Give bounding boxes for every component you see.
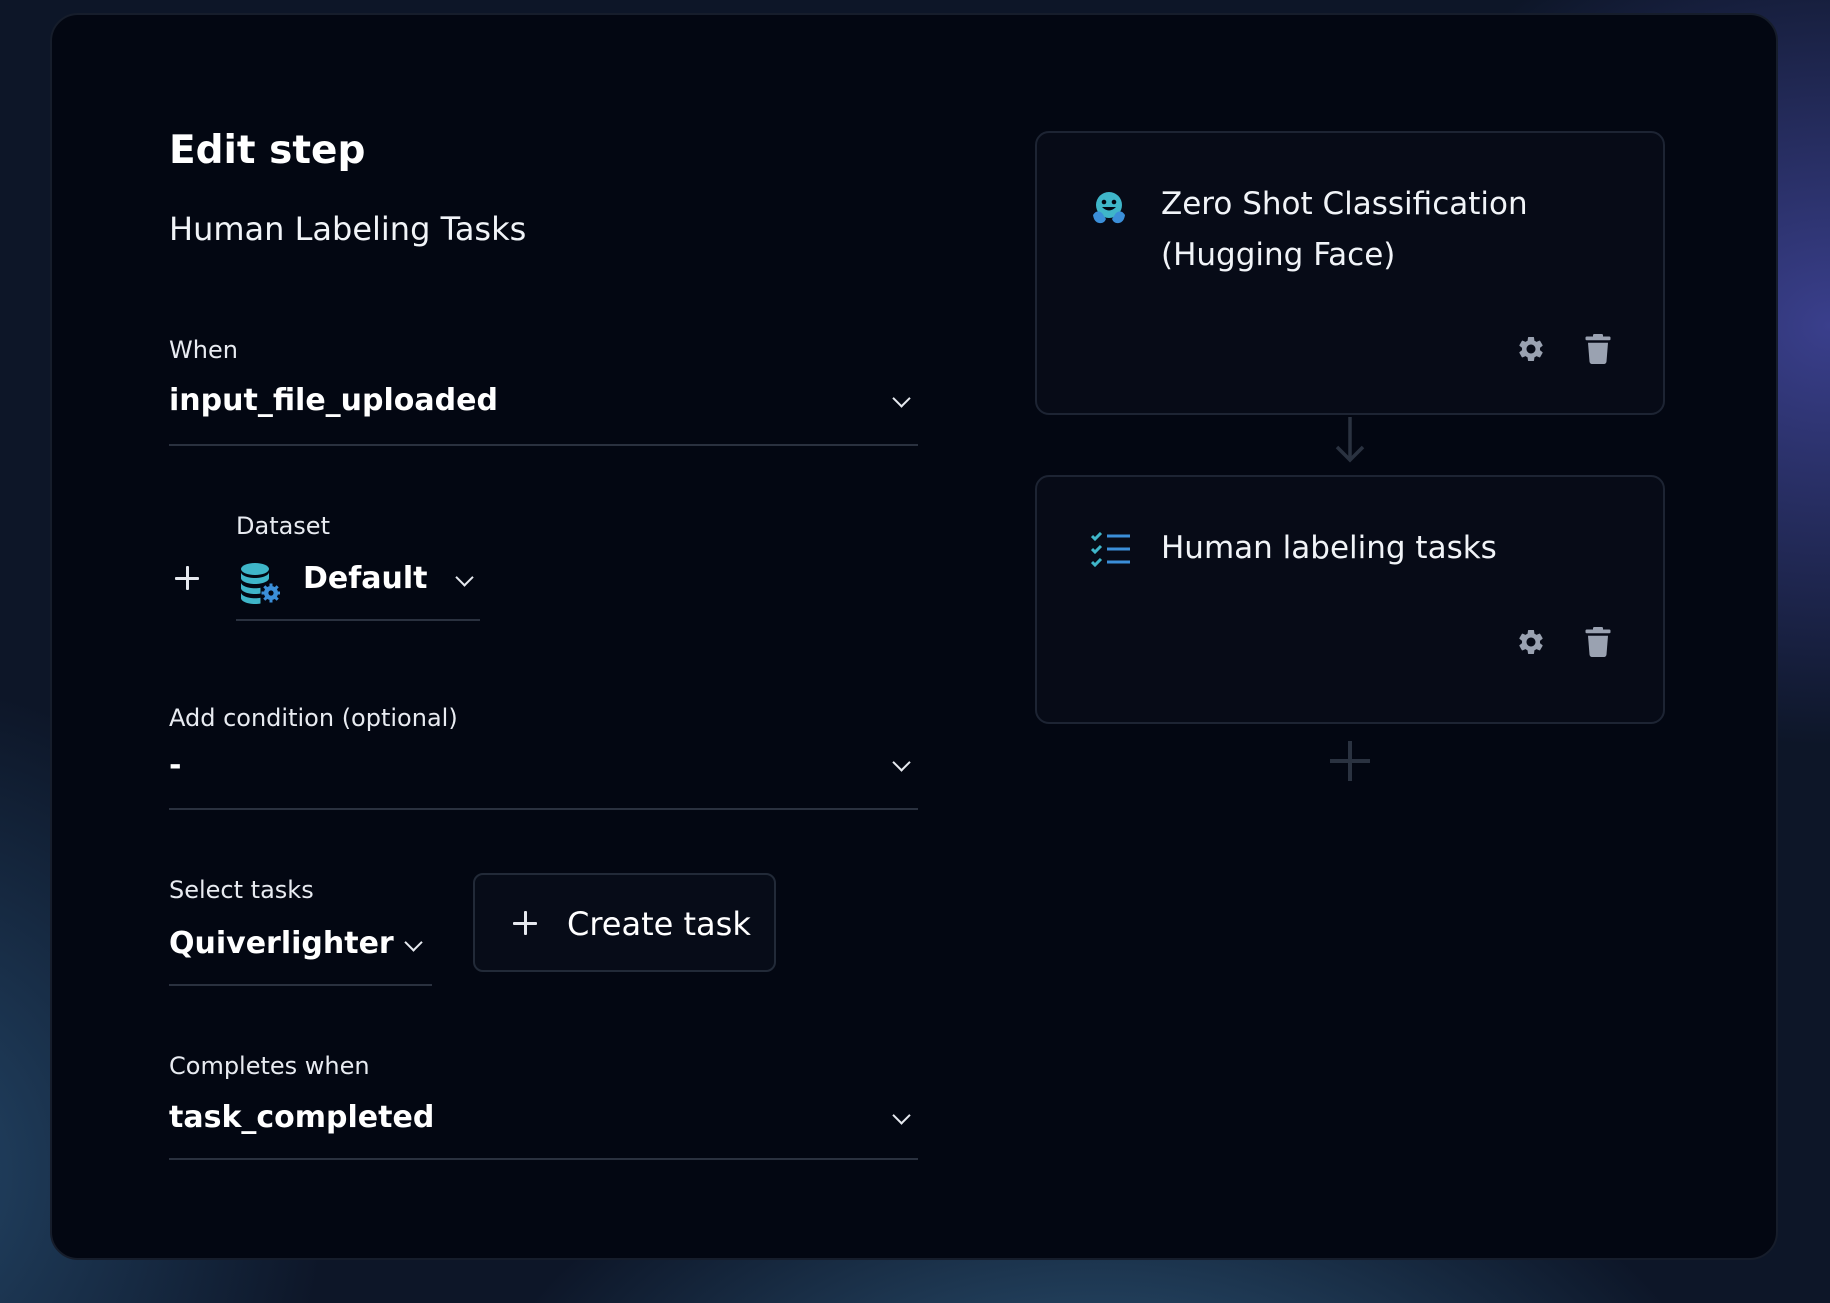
chevron-down-icon <box>892 753 911 772</box>
page-title: Edit step <box>169 128 366 173</box>
dataset-label: Dataset <box>236 512 330 540</box>
tasks-value: Quiverlighter <box>169 926 394 961</box>
step-title: Human labeling tasks <box>1161 530 1497 566</box>
step-subtitle: Human Labeling Tasks <box>169 210 527 248</box>
dataset-select[interactable]: Default <box>236 548 480 622</box>
create-task-label: Create task <box>567 905 751 943</box>
gear-icon[interactable] <box>1516 334 1546 364</box>
chevron-down-icon <box>892 389 911 408</box>
database-gear-icon <box>241 563 280 604</box>
add-step-button[interactable] <box>1330 741 1370 781</box>
condition-select[interactable]: - <box>169 741 918 811</box>
chevron-down-icon <box>892 1106 911 1125</box>
edit-step-panel: Edit step Human Labeling Tasks When inpu… <box>50 13 1778 1260</box>
when-value: input_file_uploaded <box>169 383 498 418</box>
add-dataset-icon[interactable] <box>175 566 199 590</box>
completes-underline <box>169 1158 918 1160</box>
pipeline-step-card[interactable]: Zero Shot Classification (Hugging Face) <box>1035 131 1665 415</box>
trash-icon[interactable] <box>1585 334 1611 364</box>
condition-underline <box>169 808 918 810</box>
gear-icon[interactable] <box>1516 627 1546 657</box>
tasks-label: Select tasks <box>169 876 314 904</box>
pipeline-step-card[interactable]: Human labeling tasks <box>1035 475 1665 724</box>
checklist-icon <box>1091 532 1130 568</box>
dataset-value: Default <box>303 561 428 596</box>
when-underline <box>169 444 918 446</box>
completes-select[interactable]: task_completed <box>169 1090 918 1161</box>
tasks-underline <box>169 984 432 986</box>
completes-value: task_completed <box>169 1100 435 1135</box>
chevron-down-icon <box>455 568 474 587</box>
trash-icon[interactable] <box>1585 627 1611 657</box>
tasks-select[interactable]: Quiverlighter <box>169 912 432 987</box>
hugging-face-icon <box>1093 192 1125 224</box>
arrow-down-icon <box>1335 417 1365 463</box>
condition-value: - <box>169 748 182 783</box>
when-label: When <box>169 336 238 364</box>
dataset-underline <box>236 619 480 621</box>
chevron-down-icon <box>404 933 423 952</box>
condition-label: Add condition (optional) <box>169 704 458 732</box>
step-title: Zero Shot Classification (Hugging Face) <box>1161 186 1528 273</box>
plus-icon <box>513 911 537 935</box>
when-select[interactable]: input_file_uploaded <box>169 371 918 447</box>
create-task-button[interactable]: Create task <box>473 873 776 972</box>
completes-label: Completes when <box>169 1052 370 1080</box>
